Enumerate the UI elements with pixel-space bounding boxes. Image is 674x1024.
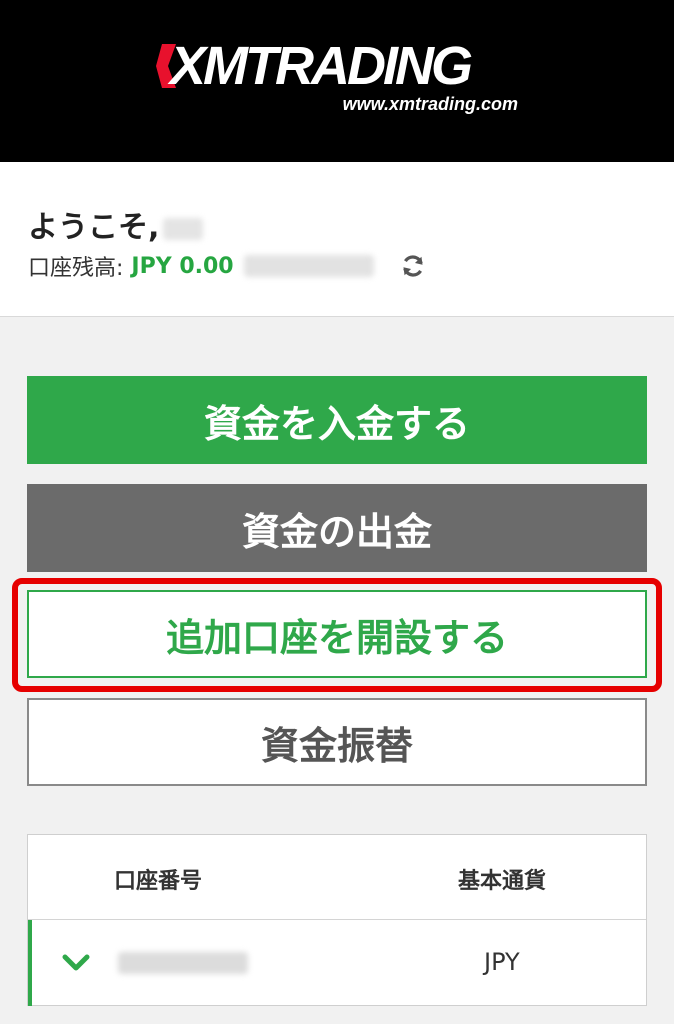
deposit-funds-button[interactable]: 資金を入金する [27, 376, 647, 464]
table-row[interactable]: JPY [28, 920, 646, 1006]
balance-label: 口座残高: [28, 256, 124, 281]
welcome-panel: ようこそ, 口座残高: JPY 0.00 [0, 162, 674, 317]
row-currency: JPY [484, 948, 520, 976]
balance-line: 口座残高: JPY 0.00 [28, 250, 426, 282]
refresh-icon[interactable] [400, 253, 426, 279]
open-additional-account-button[interactable]: 追加口座を開設する [27, 590, 647, 678]
balance-amount: JPY 0.00 [131, 253, 234, 279]
xmtrading-logo[interactable]: XMTRADING www.xmtrading.com [150, 38, 530, 118]
blurred-row-account-number [118, 952, 248, 974]
greeting-text: ようこそ, [28, 210, 160, 245]
withdraw-funds-button[interactable]: 資金の出金 [27, 484, 647, 572]
welcome-greeting: ようこそ, [28, 202, 204, 246]
accounts-table: 口座番号 基本通貨 JPY [27, 834, 647, 1006]
chevron-down-icon[interactable] [62, 952, 90, 974]
transfer-funds-button[interactable]: 資金振替 [27, 698, 647, 786]
column-header-account-number: 口座番号 [114, 869, 203, 894]
blurred-user-name [163, 217, 204, 240]
column-header-base-currency: 基本通貨 [458, 869, 547, 894]
table-header: 口座番号 基本通貨 [28, 835, 646, 920]
logo-url: www.xmtrading.com [342, 94, 518, 114]
app-header: XMTRADING www.xmtrading.com [0, 0, 674, 162]
blurred-account-number [243, 255, 374, 277]
logo-text: XMTRADING [170, 36, 473, 96]
